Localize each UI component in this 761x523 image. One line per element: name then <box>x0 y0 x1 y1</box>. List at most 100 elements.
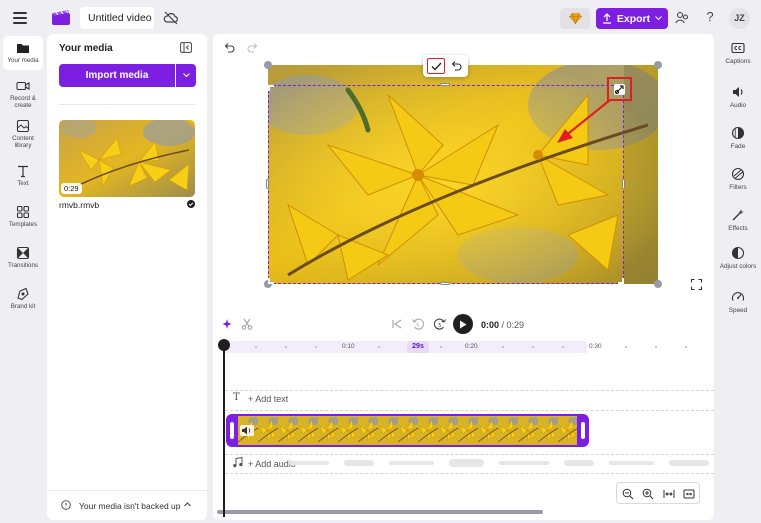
crop-corner-bottom-left[interactable] <box>268 278 274 284</box>
nav-your-media[interactable]: Your media <box>3 36 43 70</box>
sparkle-icon[interactable] <box>221 318 233 330</box>
clip-trim-handle-left[interactable] <box>230 422 234 439</box>
skip-to-start-icon[interactable] <box>391 318 403 330</box>
svg-text:5: 5 <box>438 323 441 329</box>
rail-label: Adjust colors <box>719 263 757 270</box>
import-options-button[interactable] <box>176 64 196 87</box>
media-panel-title: Your media <box>59 43 113 54</box>
crop-tool-icon[interactable] <box>613 83 626 96</box>
rail-adjust-colors[interactable]: Adjust colors <box>716 246 760 270</box>
import-media-button[interactable]: Import media <box>59 64 175 87</box>
nav-label: Content library <box>12 135 34 149</box>
rail-speed[interactable]: Speed <box>716 290 760 314</box>
rail-label: Effects <box>728 225 748 232</box>
playhead-handle[interactable] <box>218 339 230 351</box>
media-thumbnail[interactable]: 0:29 <box>59 120 195 197</box>
project-title-field[interactable]: Untitled video <box>80 7 154 29</box>
tick-dot <box>285 346 287 348</box>
export-label: Export <box>616 12 651 25</box>
rewind-5-icon[interactable]: 5 <box>411 317 425 331</box>
expand-timeline-icon[interactable] <box>683 488 695 500</box>
backup-text: Your media isn't backed up <box>79 501 181 511</box>
resize-handle-bottom-right[interactable] <box>654 280 662 288</box>
fullscreen-icon[interactable] <box>691 279 702 290</box>
rail-audio[interactable]: Audio <box>716 85 760 109</box>
redo-icon[interactable] <box>247 42 259 54</box>
export-button[interactable]: Export <box>596 8 668 29</box>
clip-trim-handle-right[interactable] <box>581 422 585 439</box>
rail-fade[interactable]: Fade <box>716 126 760 150</box>
diamond-icon <box>568 13 582 24</box>
rail-label: Speed <box>728 307 748 314</box>
checkmark-circle-icon <box>187 200 195 208</box>
confirm-crop-button[interactable] <box>427 58 445 74</box>
track-divider <box>225 410 714 411</box>
undo-icon[interactable] <box>223 42 235 54</box>
top-bar: Untitled video Export ? JZ <box>0 0 761 36</box>
scissors-icon[interactable] <box>241 318 253 330</box>
rail-captions[interactable]: Captions <box>716 41 760 65</box>
nav-label: Your media <box>7 57 39 64</box>
resize-handle-top-left[interactable] <box>264 61 272 69</box>
crop-handle-bottom[interactable] <box>440 282 450 285</box>
nav-transitions[interactable]: Transitions <box>3 246 43 269</box>
nav-label: Brand kit <box>10 303 36 310</box>
tick-label: 0:20 <box>465 343 478 350</box>
resize-handle-top-right[interactable] <box>654 61 662 69</box>
crop-corner-top-left[interactable] <box>268 85 274 91</box>
crop-handle-right[interactable] <box>622 179 625 189</box>
audio-track[interactable]: + Add audio <box>225 457 714 471</box>
crop-handle-left[interactable] <box>266 179 269 189</box>
time-display: 0:00 / 0:29 <box>481 320 524 330</box>
tick-label: 0:30 <box>589 343 602 350</box>
timeline-horizontal-scrollbar[interactable] <box>217 510 543 514</box>
share-people-icon[interactable] <box>675 11 689 25</box>
video-clip[interactable] <box>226 414 589 447</box>
tick-dot <box>440 346 442 348</box>
playhead-line <box>223 343 225 517</box>
svg-text:5: 5 <box>416 323 419 329</box>
reset-crop-icon[interactable] <box>449 59 463 73</box>
nav-label: Transitions <box>7 262 39 269</box>
crop-corner-bottom-right[interactable] <box>618 278 624 284</box>
user-avatar[interactable]: JZ <box>729 8 750 29</box>
time-ruler[interactable]: 0:10 29s 0:20 0:30 <box>225 339 714 353</box>
rail-effects[interactable]: Effects <box>716 208 760 232</box>
chevron-up-icon[interactable] <box>183 500 192 509</box>
menu-icon[interactable] <box>13 12 27 24</box>
total-time: / 0:29 <box>501 320 525 330</box>
nav-text[interactable]: Text <box>3 164 43 187</box>
speed-icon <box>731 292 745 301</box>
help-icon[interactable]: ? <box>703 9 717 27</box>
timeline-panel: 5 5 0:00 / 0:29 0:10 29s 0:20 0:30 T + A… <box>213 307 714 520</box>
rail-filters[interactable]: Filters <box>716 167 760 191</box>
tick-dot <box>255 346 257 348</box>
add-text-label[interactable]: + Add text <box>248 394 288 404</box>
nav-record-create[interactable]: Record & create <box>3 79 43 109</box>
clip-audio-icon[interactable] <box>240 425 254 436</box>
nav-label: Templates <box>8 221 38 228</box>
forward-5-icon[interactable]: 5 <box>433 317 447 331</box>
cloud-offline-icon[interactable] <box>163 10 179 26</box>
fit-to-width-icon[interactable] <box>663 488 675 500</box>
track-divider <box>225 454 714 455</box>
text-track-icon: T <box>233 392 240 403</box>
crop-handle-top[interactable] <box>440 83 450 86</box>
nav-templates[interactable]: Templates <box>3 205 43 228</box>
tick-dot <box>315 346 317 348</box>
collapse-panel-icon[interactable] <box>180 42 192 53</box>
play-button[interactable] <box>453 314 473 334</box>
clip-filmstrip <box>238 416 577 445</box>
divider <box>59 104 195 105</box>
zoom-out-icon[interactable] <box>622 488 634 500</box>
zoom-in-icon[interactable] <box>642 488 654 500</box>
chevron-down-icon <box>655 16 663 21</box>
nav-label: Text <box>17 180 29 187</box>
rail-label: Filters <box>729 184 747 191</box>
premium-button[interactable] <box>560 8 590 29</box>
backup-notice[interactable]: Your media isn't backed up <box>47 490 207 516</box>
info-icon <box>61 500 71 510</box>
text-track[interactable]: T + Add text <box>225 392 714 406</box>
nav-content-library[interactable]: Content library <box>3 119 43 149</box>
nav-brand-kit[interactable]: Brand kit <box>3 287 43 310</box>
